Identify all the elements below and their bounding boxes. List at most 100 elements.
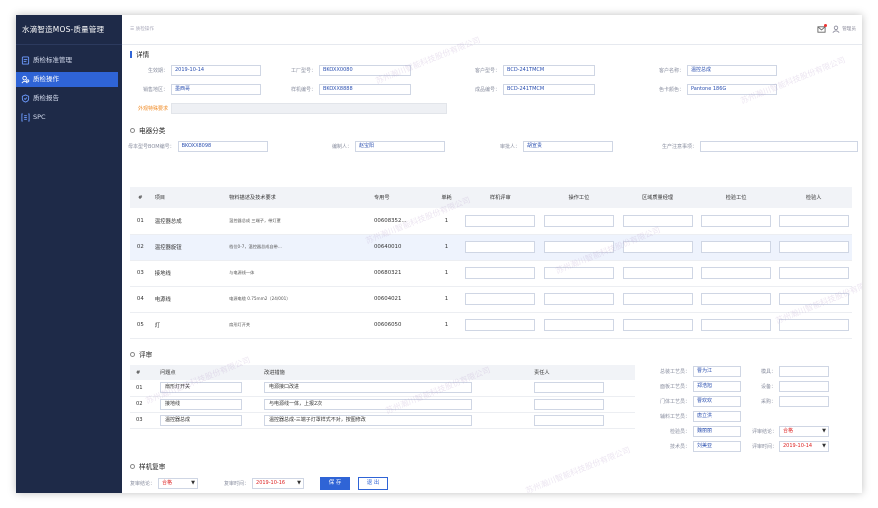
content-panel: 详情 生效期： 2019-10-14 工厂型号： BKOXX0080 客户型号：… [122,35,862,493]
section-marker [130,463,135,469]
quality-manager-input[interactable] [622,319,693,331]
station-input[interactable] [543,293,614,305]
sample-conclusion-select[interactable]: 合格 ▼ [158,478,199,489]
station-input[interactable] [543,319,614,331]
table-row[interactable]: 03 接地线 与电源线一体 00680321 1 [130,260,852,287]
electrical-section-title: 电器分类 [130,125,165,135]
inspection-station-input[interactable] [701,293,772,305]
sidebar-item-spc[interactable]: SPC [16,110,122,125]
field-sample-conclusion: 复审结论： 合格 ▼ [130,478,199,489]
review-section-title: 评审 [130,349,152,359]
customer-model-input[interactable]: BCD-241TMCM [503,65,595,76]
section-marker [130,351,135,357]
table-row[interactable]: 04 电源线 电源电缆 0.75mm2（24/001） 00604021 1 [130,286,852,313]
purchase-input[interactable] [779,396,829,407]
station-input[interactable] [543,214,614,227]
top-right-tools: 管理员 [817,23,856,35]
inspection-station-input[interactable] [701,267,772,279]
main-area: ☰ 质检操作 管理员 详情 生效期： 2019-10-14 工厂型号： BKOX… [122,15,862,493]
prod-date-input[interactable]: 2019-10-14 [171,65,261,76]
mold-input[interactable] [779,366,829,377]
sample-review-input[interactable] [465,293,536,305]
field-customer-model: 客户型号： BCD-241TMCM [458,65,595,76]
users-icon [21,75,30,84]
table-row[interactable]: 02 温控器旋钮 档位0-7，温控器总成自带... 00640010 1 [130,234,852,261]
field-door-tech: 门体工艺员： 曹欢欢 [648,396,741,407]
inspection-station-input[interactable] [701,214,772,227]
recorder-input[interactable]: 赵宝阳 [355,141,446,152]
sample-review-input[interactable] [465,319,536,331]
sample-no-input[interactable]: BKOXX8888 [319,84,411,95]
assembly-tech-input[interactable]: 曹为江 [693,366,741,377]
sidebar-item-label: SPC [33,113,46,121]
technician-input[interactable]: 刘美亚 [693,441,741,452]
field-recorder: 编制人： 赵宝阳 [332,141,446,152]
inspection-station-input[interactable] [701,241,772,253]
station-input[interactable] [543,267,614,279]
table-row[interactable]: 05 灯 扇形灯开关 00606050 1 [130,312,852,339]
sample-review-input[interactable] [465,214,536,227]
sidebar-item-standards[interactable]: 质检标准管理 [16,53,122,68]
user-menu[interactable]: 管理员 [832,25,856,33]
station-input[interactable] [543,241,614,253]
action-input[interactable]: 电源接口改进 [264,382,472,394]
owner-input[interactable] [534,414,604,426]
sales-region-input[interactable]: 墨西哥 [171,84,261,95]
inspector-input[interactable] [778,241,849,253]
owner-input[interactable] [534,382,604,394]
details-section-title: 详情 [130,49,149,59]
sample-review-input[interactable] [465,241,536,253]
action-input[interactable]: 温控器总成-三端子灯罩样式不对，按图修改 [264,414,472,426]
field-reviewer: 审批人： 胡宣贵 [500,141,614,152]
product-no-input[interactable]: BCD-241TMCM [503,84,595,95]
bom-input[interactable]: BKOXX8098 [177,141,268,152]
reviewer-input[interactable]: 胡宣贵 [523,141,614,152]
aux-tech-input[interactable]: 唐立洪 [693,411,741,422]
special-req-input[interactable] [171,103,447,114]
sample-review-input[interactable] [465,267,536,279]
chevron-down-icon: ▼ [297,480,302,486]
color-input[interactable]: Pantone 186G [687,84,777,95]
issue-input[interactable]: 接地线 [160,398,242,410]
shield-icon [21,94,30,103]
notes-input[interactable] [700,141,859,152]
issue-input[interactable]: 温控器总成 [160,414,242,426]
save-button[interactable]: 保 存 [320,477,350,490]
table-row[interactable]: 01 温控器总成 温控器总成 三端子，带灯罩 00608352... 1 [130,208,852,235]
quality-manager-input[interactable] [622,214,693,227]
customer-name-input[interactable]: 温控总成 [687,65,777,76]
inspection-station-input[interactable] [701,319,772,331]
field-assembly-tech: 总装工艺员： 曹为江 [648,366,741,377]
review-date-select[interactable]: 2019-10-14 ▼ [779,441,829,452]
owner-input[interactable] [534,398,604,410]
breadcrumb: ☰ 质检操作 [130,27,154,32]
quality-manager-input[interactable] [622,293,693,305]
table-row: 01 扇形灯开关 电源接口改进 [130,380,635,397]
equipment-input[interactable] [779,381,829,392]
review-conclusion-select[interactable]: 合格 ▼ [779,426,829,437]
quality-manager-input[interactable] [622,267,693,279]
message-icon[interactable] [817,23,828,34]
review-table: # 问题点 改进措施 责任人 01 扇形灯开关 电源接口改进 02 接地线 与电… [130,365,635,429]
inspector-input[interactable] [778,319,849,331]
notification-dot [824,23,828,27]
sidebar-item-inspection[interactable]: 质检操作 [16,72,118,87]
sidebar-nav: 质检标准管理 质检操作 质检报告 SPC [16,45,122,125]
issue-input[interactable]: 扇形灯开关 [160,382,242,394]
sidebar-item-report[interactable]: 质检报告 [16,91,122,106]
quality-manager-input[interactable] [622,241,693,253]
inspector-input[interactable] [778,214,849,227]
exit-button[interactable]: 退 出 [358,477,388,490]
factory-model-input[interactable]: BKOXX0080 [319,65,411,76]
inspector-input[interactable] [778,293,849,305]
inspector-field-input[interactable]: 魏丽丽 [693,426,741,437]
watermark: 苏州瀚川智能科技股份有限公司 [739,55,847,106]
field-mold: 模具： [752,366,829,377]
action-input[interactable]: 与电源线一体，上报2次 [264,398,472,410]
door-tech-input[interactable]: 曹欢欢 [693,396,741,407]
panel-tech-input[interactable]: 郑浩旭 [693,381,741,392]
sample-date-select[interactable]: 2019-10-16 ▼ [252,478,305,489]
chevron-down-icon: ▼ [822,428,826,434]
inspector-input[interactable] [778,267,849,279]
watermark: 苏州瀚川智能科技股份有限公司 [524,445,632,493]
